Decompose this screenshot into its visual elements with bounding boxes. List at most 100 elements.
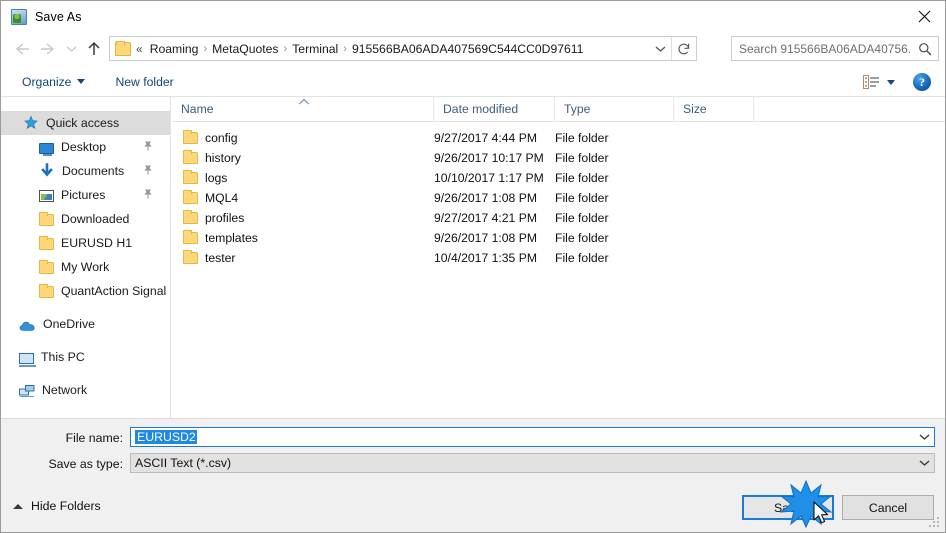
sidebar-item-quick-access[interactable]: Quick access — [1, 111, 170, 135]
chevron-down-icon — [77, 79, 86, 84]
save-as-dialog: Save As « Roaming › MetaQuotes › Termina… — [0, 0, 946, 533]
file-name-input[interactable]: EURUSD2 — [130, 427, 935, 447]
sidebar-item-label: Downloaded — [61, 212, 130, 226]
file-name-cell: MQL4 — [172, 190, 434, 205]
column-header-name[interactable]: Name — [172, 95, 434, 122]
file-date: 9/26/2017 1:08 PM — [434, 231, 537, 245]
sidebar-item-quantaction-signal[interactable]: QuantAction Signal — [1, 279, 170, 303]
folder-icon — [39, 260, 54, 274]
title-bar: Save As — [1, 1, 945, 32]
navigation-pane: Quick access Desktop Documents Pictures … — [1, 97, 171, 418]
save-as-type-dropdown-button[interactable] — [914, 454, 934, 472]
search-box[interactable] — [731, 36, 939, 61]
column-label: Type — [564, 102, 591, 116]
table-row[interactable]: history 9/26/2017 10:17 PM File folder — [172, 148, 945, 168]
column-header-date-modified[interactable]: Date modified — [434, 96, 555, 122]
save-button[interactable]: Save — [742, 495, 834, 520]
chevron-down-icon — [66, 46, 76, 52]
window-title: Save As — [35, 9, 82, 24]
new-folder-button[interactable]: New folder — [108, 71, 180, 93]
sort-ascending-icon — [298, 95, 310, 104]
address-bar[interactable]: « Roaming › MetaQuotes › Terminal › 9155… — [109, 36, 697, 61]
table-row[interactable]: MQL4 9/26/2017 1:08 PM File folder — [172, 188, 945, 208]
close-button[interactable] — [901, 1, 945, 32]
sidebar-item-eurusd-h1[interactable]: EURUSD H1 — [1, 231, 170, 255]
help-label: ? — [919, 74, 925, 89]
file-name-cell: tester — [172, 250, 434, 265]
folder-icon — [183, 150, 198, 164]
sidebar-item-label: Network — [42, 383, 88, 397]
file-name-cell: logs — [172, 170, 434, 185]
sidebar-item-label: QuantAction Signal — [61, 284, 167, 298]
breadcrumb-overflow[interactable]: « — [134, 42, 146, 56]
pictures-icon — [39, 190, 54, 202]
file-name-value-wrap: EURUSD2 — [131, 430, 914, 444]
table-row[interactable]: templates 9/26/2017 1:08 PM File folder — [172, 228, 945, 248]
cancel-button-label: Cancel — [868, 500, 908, 515]
file-name-cell: templates — [172, 230, 434, 245]
file-list: config 9/27/2017 4:44 PM File folder his… — [172, 122, 945, 268]
cloud-icon — [19, 320, 36, 332]
table-row[interactable]: config 9/27/2017 4:44 PM File folder — [172, 128, 945, 148]
forward-button[interactable] — [35, 36, 61, 62]
sidebar-item-label: EURUSD H1 — [61, 236, 133, 250]
command-bar: Organize New folder ? — [1, 67, 945, 97]
hide-folders-label: Hide Folders — [31, 499, 101, 513]
column-header-type[interactable]: Type — [555, 96, 674, 122]
breadcrumb-item-metaquotes[interactable]: MetaQuotes — [208, 42, 282, 56]
sidebar-item-label: Documents — [62, 164, 125, 178]
file-name-dropdown-button[interactable] — [914, 428, 934, 446]
command-bar-right: ? — [857, 67, 945, 97]
address-dropdown-button[interactable] — [649, 37, 671, 60]
folder-icon — [183, 230, 198, 244]
table-row[interactable]: logs 10/10/2017 1:17 PM File folder — [172, 168, 945, 188]
view-mode-button[interactable] — [857, 70, 901, 94]
sidebar-item-downloaded[interactable]: Downloaded — [1, 207, 170, 231]
hide-folders-button[interactable]: Hide Folders — [13, 499, 101, 513]
file-date: 9/27/2017 4:21 PM — [434, 211, 537, 225]
organize-button[interactable]: Organize — [15, 71, 92, 93]
column-label: Size — [683, 102, 707, 116]
sidebar-item-my-work[interactable]: My Work — [1, 255, 170, 279]
sidebar-item-label: OneDrive — [43, 317, 95, 331]
column-header-size[interactable]: Size — [674, 96, 754, 122]
recent-locations-button[interactable] — [61, 36, 81, 62]
download-icon — [39, 163, 55, 179]
save-as-icon — [11, 8, 27, 25]
folder-icon — [183, 190, 198, 204]
sidebar-item-label: My Work — [61, 260, 110, 274]
cancel-button[interactable]: Cancel — [842, 495, 934, 520]
table-row[interactable]: profiles 9/27/2017 4:21 PM File folder — [172, 208, 945, 228]
breadcrumb-item-roaming[interactable]: Roaming — [146, 42, 203, 56]
file-name: tester — [205, 251, 236, 265]
up-button[interactable] — [81, 36, 107, 62]
organize-label: Organize — [22, 74, 72, 89]
sidebar-item-desktop[interactable]: Desktop — [1, 135, 170, 159]
sidebar-item-label: Pictures — [61, 188, 106, 202]
chevron-down-icon — [887, 79, 895, 85]
sidebar-item-network[interactable]: Network — [1, 378, 170, 402]
sidebar-item-label: Desktop — [61, 140, 107, 154]
file-type: File folder — [555, 151, 609, 165]
sidebar-item-this-pc[interactable]: This PC — [1, 345, 170, 369]
table-row[interactable]: tester 10/4/2017 1:35 PM File folder — [172, 248, 945, 268]
refresh-button[interactable] — [671, 37, 696, 60]
pin-icon — [142, 188, 154, 200]
file-list-pane: Name Date modified Type Size config 9/27… — [172, 95, 945, 418]
sidebar-item-documents[interactable]: Documents — [1, 159, 170, 183]
file-name-label: File name: — [65, 431, 123, 445]
file-name: MQL4 — [205, 191, 239, 205]
folder-icon — [39, 284, 54, 298]
sidebar-item-pictures[interactable]: Pictures — [1, 183, 170, 207]
folder-icon — [183, 170, 198, 184]
breadcrumb-item-instance-id[interactable]: 915566BA06ADA407569C544CC0D97611 — [348, 42, 588, 56]
file-name: templates — [205, 231, 258, 245]
help-button[interactable]: ? — [913, 73, 931, 91]
file-name: config — [205, 131, 238, 145]
save-as-type-select[interactable]: ASCII Text (*.csv) — [130, 453, 935, 473]
back-button[interactable] — [9, 36, 35, 62]
breadcrumb-item-terminal[interactable]: Terminal — [288, 42, 342, 56]
save-as-type-value: ASCII Text (*.csv) — [135, 456, 232, 470]
search-input[interactable] — [732, 41, 912, 56]
sidebar-item-onedrive[interactable]: OneDrive — [1, 312, 170, 336]
